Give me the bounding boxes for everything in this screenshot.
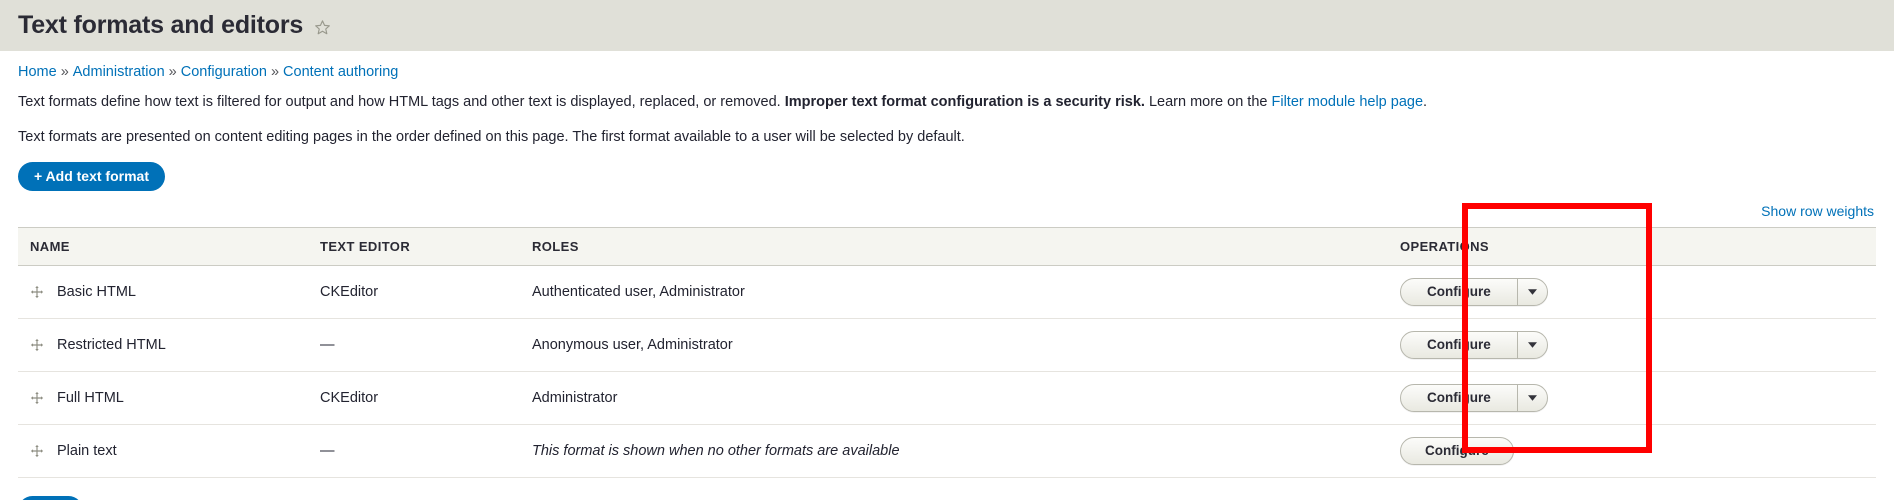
configure-button[interactable]: Configure <box>1401 279 1517 305</box>
text-editor-label: — <box>320 442 335 459</box>
column-header-name[interactable]: NAME <box>18 227 308 265</box>
cell-text-editor: — <box>308 318 520 372</box>
operations-dropbutton[interactable]: Configure <box>1400 383 1548 412</box>
cell-spacer <box>1676 371 1876 425</box>
add-format-toolbar: + Add text format <box>18 161 1876 191</box>
show-row-weights-link[interactable]: Show row weights <box>1761 203 1874 219</box>
chevron-down-icon[interactable] <box>1516 384 1547 411</box>
intro-text-period: . <box>1423 94 1428 110</box>
column-header-text-editor[interactable]: TEXT EDITOR <box>308 227 520 265</box>
show-row-weights-bar: Show row weights <box>18 203 1876 223</box>
cell-operations: Configure <box>1388 265 1676 319</box>
intro-paragraph-order: Text formats are presented on content ed… <box>18 128 965 145</box>
drag-handle-icon[interactable] <box>30 338 44 352</box>
cell-name: Full HTML <box>18 371 308 425</box>
filter-module-help-link[interactable]: Filter module help page <box>1271 94 1423 110</box>
cell-text-editor: CKEditor <box>308 371 520 425</box>
intro-text-bold-warning: Improper text format configuration is a … <box>784 94 1145 110</box>
breadcrumb: Home» Administration» Configuration» Conten… <box>18 51 1876 82</box>
drag-handle-icon[interactable] <box>30 285 44 299</box>
cell-name: Basic HTML <box>18 265 308 319</box>
cell-roles: Administrator <box>520 371 1388 425</box>
format-name-label: Plain text <box>57 442 117 459</box>
cell-spacer <box>1676 318 1876 372</box>
roles-label: This format is shown when no other forma… <box>532 442 900 459</box>
cell-roles: Anonymous user, Administrator <box>520 318 1388 372</box>
configure-button[interactable]: Configure <box>1401 385 1517 411</box>
add-text-format-button[interactable]: + Add text format <box>18 161 165 191</box>
format-name-label: Basic HTML <box>57 283 136 300</box>
configure-button[interactable]: Configure <box>1401 332 1517 358</box>
cell-spacer <box>1676 424 1876 478</box>
operations-dropbutton[interactable]: Configure <box>1400 436 1514 465</box>
column-header-operations[interactable]: OPERATIONS <box>1388 227 1676 265</box>
breadcrumb-separator: » <box>270 64 280 80</box>
cell-roles: Authenticated user, Administrator <box>520 265 1388 319</box>
intro-text-part1: Text formats define how text is filtered… <box>18 94 781 110</box>
breadcrumb-separator: » <box>60 64 69 80</box>
cell-name: Restricted HTML <box>18 318 308 372</box>
cell-operations: Configure <box>1388 318 1676 372</box>
breadcrumb-item-configuration[interactable]: Configuration <box>181 64 267 80</box>
cell-operations: Configure <box>1388 371 1676 425</box>
chevron-down-icon[interactable] <box>1516 331 1547 358</box>
roles-label: Administrator <box>532 389 618 406</box>
page-content: Home» Administration» Configuration» Conten… <box>0 51 1894 500</box>
intro-paragraph-security: Text formats define how text is filtered… <box>18 92 1876 112</box>
format-name-label: Restricted HTML <box>57 336 166 353</box>
breadcrumb-item-administration[interactable]: Administration <box>73 64 165 80</box>
table-row[interactable]: Full HTML CKEditor Administrator Configure <box>18 371 1876 425</box>
page-title: Text formats and editors <box>18 11 304 39</box>
column-header-roles[interactable]: ROLES <box>520 227 1388 265</box>
breadcrumb-separator: » <box>168 64 177 80</box>
table-body: Basic HTML CKEditor Authenticated user, Ad… <box>18 265 1876 478</box>
table-row[interactable]: Basic HTML CKEditor Authenticated user, Ad… <box>18 265 1876 319</box>
format-name-label: Full HTML <box>57 389 124 406</box>
form-actions: Save <box>18 495 1876 500</box>
table-header-row: NAME TEXT EDITOR ROLES OPERATIONS <box>18 227 1876 265</box>
drag-handle-icon[interactable] <box>30 391 44 405</box>
table-header: NAME TEXT EDITOR ROLES OPERATIONS <box>18 227 1876 265</box>
text-editor-label: — <box>320 336 335 353</box>
chevron-down-icon[interactable] <box>1516 278 1547 305</box>
star-outline-icon[interactable] <box>314 19 331 36</box>
breadcrumb-item-content-authoring[interactable]: Content authoring <box>283 64 398 80</box>
save-button[interactable]: Save <box>18 495 83 500</box>
operations-dropbutton[interactable]: Configure <box>1400 330 1548 359</box>
cell-roles: This format is shown when no other forma… <box>520 424 1388 478</box>
text-editor-label: CKEditor <box>320 389 379 406</box>
cell-operations: Configure <box>1388 424 1676 478</box>
cell-text-editor: CKEditor <box>308 265 520 319</box>
text-editor-label: CKEditor <box>320 283 379 300</box>
breadcrumb-item-home[interactable]: Home <box>18 64 57 80</box>
page-header: Text formats and editors <box>0 0 1894 51</box>
cell-spacer <box>1676 265 1876 319</box>
drag-handle-icon[interactable] <box>30 444 44 458</box>
roles-label: Authenticated user, Administrator <box>532 283 745 300</box>
cell-text-editor: — <box>308 424 520 478</box>
cell-name: Plain text <box>18 424 308 478</box>
configure-button[interactable]: Configure <box>1401 438 1513 464</box>
intro-text-part2: Learn more on the <box>1148 94 1268 110</box>
column-header-spacer <box>1676 227 1876 265</box>
text-formats-table: NAME TEXT EDITOR ROLES OPERATIONS Basic … <box>18 227 1876 478</box>
table-row[interactable]: Plain text — This format is shown when no … <box>18 424 1876 478</box>
operations-dropbutton[interactable]: Configure <box>1400 277 1548 306</box>
table-row[interactable]: Restricted HTML — Anonymous user, Administ… <box>18 318 1876 372</box>
roles-label: Anonymous user, Administrator <box>532 336 733 353</box>
